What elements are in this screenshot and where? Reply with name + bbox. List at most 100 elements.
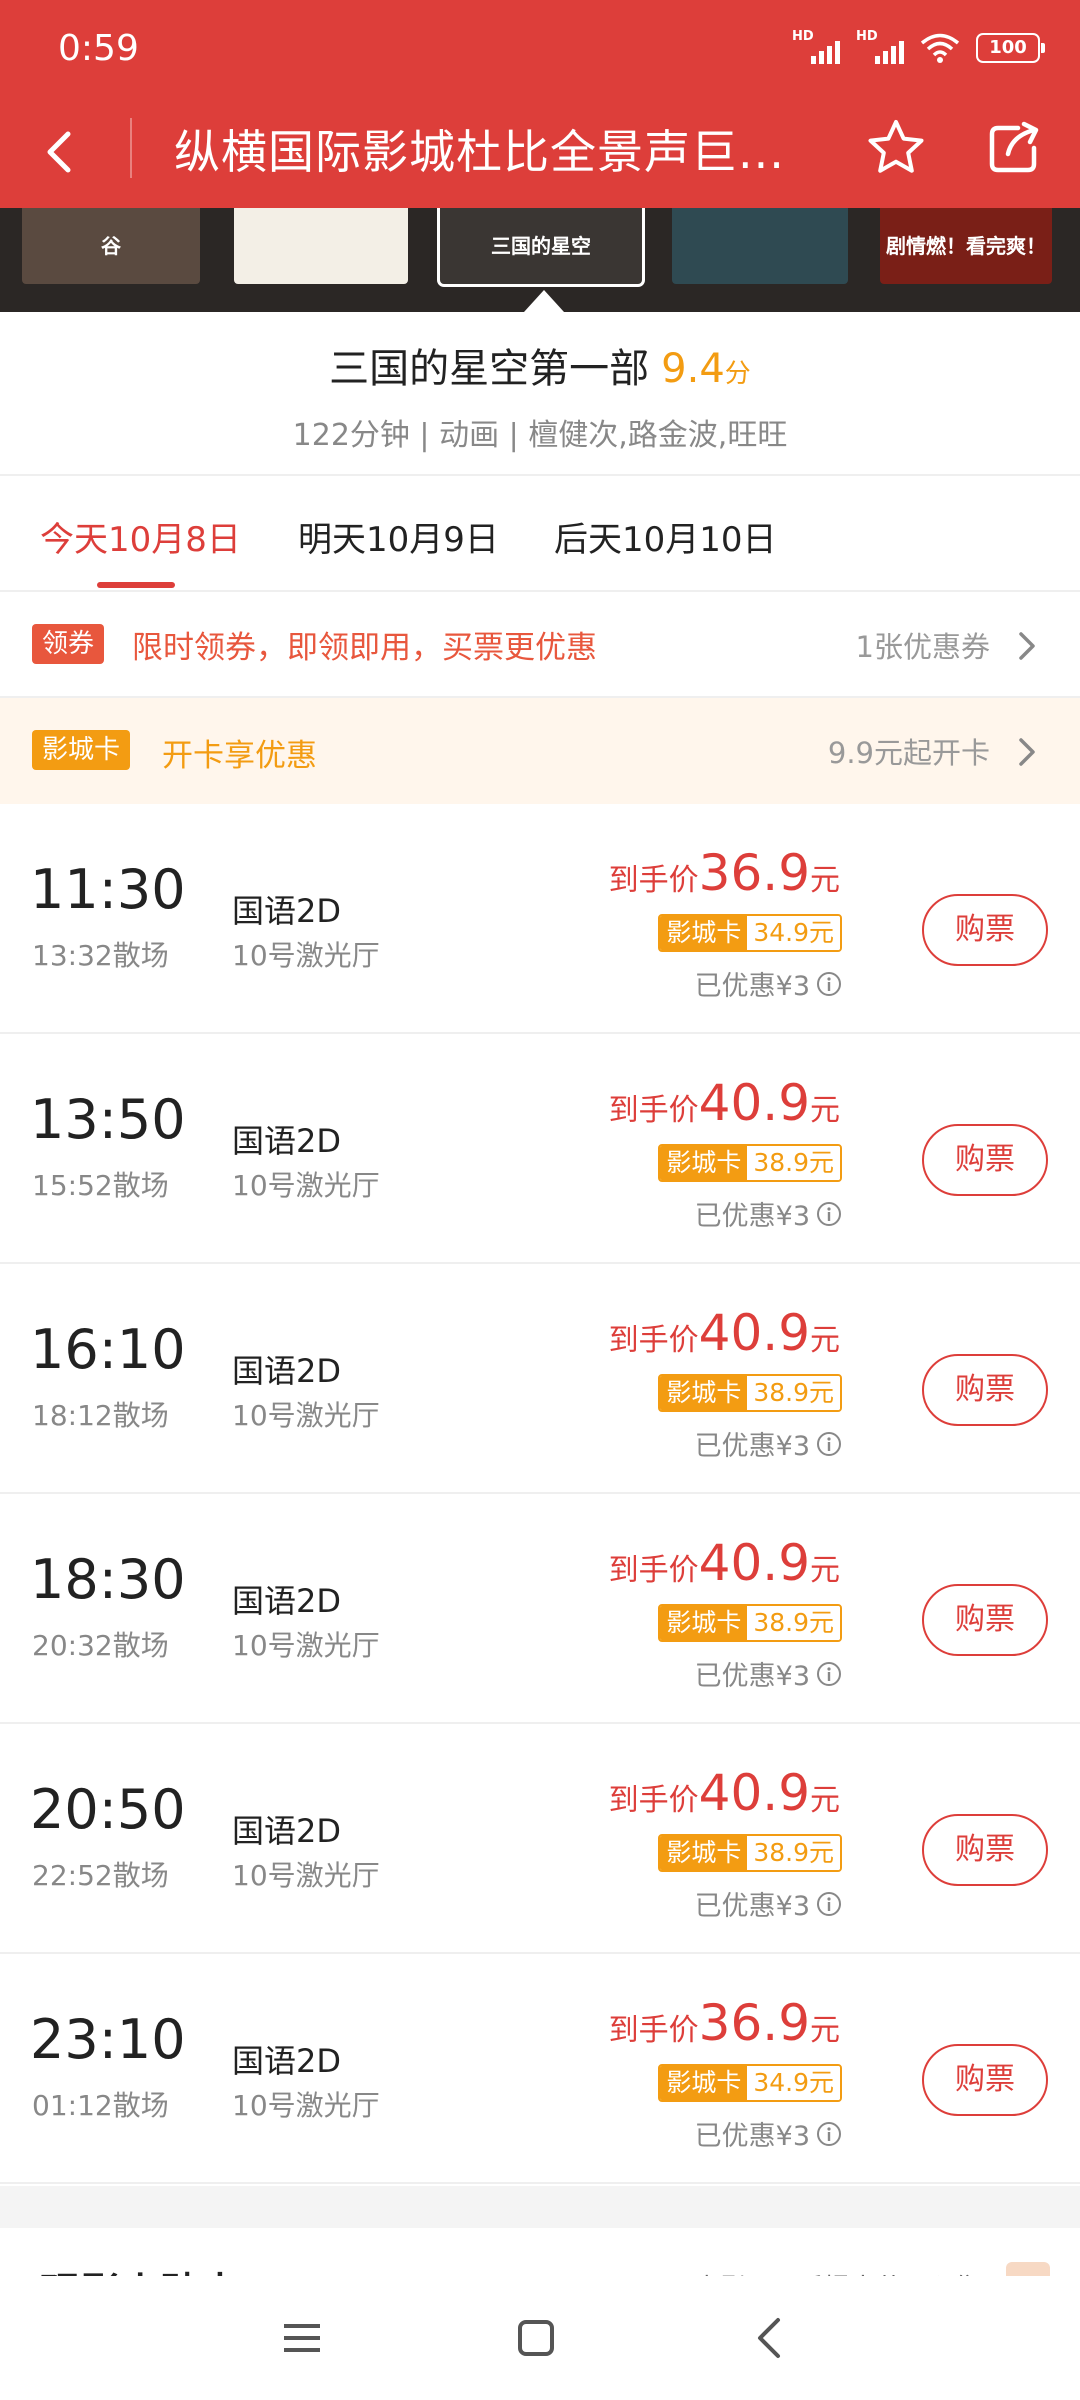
card-price-tag: 影城卡 38.9元: [658, 1604, 842, 1642]
price-unit: 元: [810, 1553, 840, 1588]
poster-selected[interactable]: 三国的星空: [437, 208, 645, 287]
showtime-language: 国语2D: [232, 1122, 342, 1160]
discount-text: 已优惠¥3: [694, 1201, 810, 1232]
buy-ticket-button[interactable]: 购票: [922, 1584, 1048, 1656]
tips-right-text: 电影开画后提出节目预售: [694, 2268, 980, 2276]
home-icon[interactable]: [518, 2320, 554, 2356]
battery-icon: 100: [976, 33, 1045, 63]
card-price-label: 影城卡: [660, 2066, 748, 2100]
showtime-language: 国语2D: [232, 2042, 342, 2080]
coupon-row[interactable]: 领券 限时领券，即领即用，买票更优惠 1张优惠券: [0, 594, 1080, 698]
cinema-card-row[interactable]: 影城卡 开卡享优惠 9.9元起开卡: [0, 698, 1080, 804]
showtime-hall: 10号激光厅: [232, 1169, 380, 1202]
poster-selected-label: 三国的星空: [491, 234, 591, 258]
showtime-hall: 10号激光厅: [232, 1629, 380, 1662]
poster-2[interactable]: [234, 208, 408, 284]
date-tabs: 今天10月8日 明天10月9日 后天10月10日: [0, 476, 1080, 592]
signal-1-icon: HD: [792, 30, 840, 66]
poster-pointer: [524, 290, 564, 312]
poster-4[interactable]: [672, 208, 848, 284]
price-unit: 元: [810, 1093, 840, 1128]
showtime-language: 国语2D: [232, 1352, 342, 1390]
buy-ticket-button[interactable]: 购票: [922, 2044, 1048, 2116]
buy-ticket-button[interactable]: 购票: [922, 1354, 1048, 1426]
wifi-icon: [920, 33, 960, 63]
final-price: 到手价36.9元: [609, 844, 840, 902]
card-price-tag: 影城卡 38.9元: [658, 1834, 842, 1872]
info-icon[interactable]: [816, 1891, 842, 1917]
status-bar: 0:59 HD HD 100: [0, 0, 1080, 100]
signal-2-icon: HD: [856, 30, 904, 66]
price-value: 40.9: [698, 1304, 810, 1362]
showtime-row[interactable]: 18:30 20:32散场 国语2D 10号激光厅 到手价40.9元 影城卡 38…: [0, 1494, 1080, 1724]
showtime-end: 13:32散场: [32, 939, 169, 972]
showtime-hall: 10号激光厅: [232, 1399, 380, 1432]
info-icon[interactable]: [816, 971, 842, 997]
price-value: 40.9: [698, 1534, 810, 1592]
info-icon[interactable]: [816, 2121, 842, 2147]
menu-icon[interactable]: [282, 2318, 322, 2358]
showtime-row[interactable]: 20:50 22:52散场 国语2D 10号激光厅 到手价40.9元 影城卡 38…: [0, 1724, 1080, 1954]
tab-tomorrow[interactable]: 明天10月9日: [298, 512, 499, 561]
showtime-language: 国语2D: [232, 1812, 342, 1850]
showtime-row[interactable]: 23:10 01:12散场 国语2D 10号激光厅 到手价36.9元 影城卡 34…: [0, 1954, 1080, 2184]
card-price-label: 影城卡: [660, 1376, 748, 1410]
poster-1-label: 谷: [101, 234, 121, 258]
showtime-language: 国语2D: [232, 892, 342, 930]
card-price-tag: 影城卡 34.9元: [658, 2064, 842, 2102]
final-price: 到手价40.9元: [609, 1304, 840, 1362]
showtime-hall: 10号激光厅: [232, 939, 380, 972]
share-icon[interactable]: [982, 116, 1046, 180]
discount-text: 已优惠¥3: [694, 1431, 810, 1462]
info-icon[interactable]: [816, 1661, 842, 1687]
card-price-value: 38.9元: [747, 1376, 840, 1410]
active-tab-indicator: [97, 582, 175, 588]
card-price-tag: 影城卡 38.9元: [658, 1374, 842, 1412]
showtime-row[interactable]: 13:50 15:52散场 国语2D 10号激光厅 到手价40.9元 影城卡 38…: [0, 1034, 1080, 1264]
price-value: 40.9: [698, 1764, 810, 1822]
price-unit: 元: [810, 1323, 840, 1358]
showtime-end: 20:32散场: [32, 1629, 169, 1662]
discount-line: 已优惠¥3: [695, 964, 842, 1003]
nav-bar: 纵横国际影城杜比全景声巨...: [0, 100, 1080, 208]
card-price-tag: 影城卡 38.9元: [658, 1144, 842, 1182]
movie-score-unit: 分: [724, 359, 751, 389]
page-title: 纵横国际影城杜比全景声巨...: [174, 125, 785, 179]
info-icon[interactable]: [816, 1431, 842, 1457]
tab-today[interactable]: 今天10月8日: [40, 512, 241, 561]
final-price: 到手价36.9元: [609, 1994, 840, 2052]
discount-line: 已优惠¥3: [695, 1884, 842, 1923]
cinema-card-badge: 影城卡: [32, 730, 131, 770]
favorite-star-icon[interactable]: [862, 114, 930, 182]
showtime-row[interactable]: 11:30 13:32散场 国语2D 10号激光厅 到手价36.9元 影城卡 34…: [0, 804, 1080, 1034]
showtime-row[interactable]: 16:10 18:12散场 国语2D 10号激光厅 到手价40.9元 影城卡 38…: [0, 1264, 1080, 1494]
final-price: 到手价40.9元: [609, 1764, 840, 1822]
back-arrow-icon[interactable]: [30, 122, 90, 182]
discount-text: 已优惠¥3: [694, 1891, 810, 1922]
price-prefix: 到手价: [608, 2013, 699, 2048]
discount-line: 已优惠¥3: [695, 1424, 842, 1463]
poster-5[interactable]: 剧情燃！看完爽！: [880, 208, 1052, 284]
price-unit: 元: [810, 2013, 840, 2048]
coupon-count: 1张优惠券: [855, 630, 990, 664]
movie-info: 三国的星空第一部 9.4分 122分钟 | 动画 | 檀健次,路金波,旺旺: [0, 312, 1080, 476]
nav-divider: [130, 118, 132, 178]
price-prefix: 到手价: [608, 1093, 699, 1128]
movie-title: 三国的星空第一部: [329, 346, 650, 392]
final-price: 到手价40.9元: [609, 1534, 840, 1592]
showtime-hall: 10号激光厅: [232, 1859, 380, 1892]
showtime-start: 23:10: [30, 2008, 186, 2071]
buy-ticket-button[interactable]: 购票: [922, 894, 1048, 966]
buy-ticket-button[interactable]: 购票: [922, 1124, 1048, 1196]
showtime-start: 16:10: [30, 1318, 186, 1381]
chevron-right-icon: [1019, 632, 1035, 660]
buy-ticket-button[interactable]: 购票: [922, 1814, 1048, 1886]
tab-day-after[interactable]: 后天10月10日: [554, 512, 777, 561]
poster-1[interactable]: 谷: [22, 208, 200, 284]
card-price-label: 影城卡: [660, 1836, 748, 1870]
info-icon[interactable]: [816, 1201, 842, 1227]
system-back-icon[interactable]: [754, 2316, 784, 2360]
showtime-end: 01:12散场: [32, 2089, 169, 2122]
price-prefix: 到手价: [608, 1323, 699, 1358]
price-value: 36.9: [698, 844, 810, 902]
